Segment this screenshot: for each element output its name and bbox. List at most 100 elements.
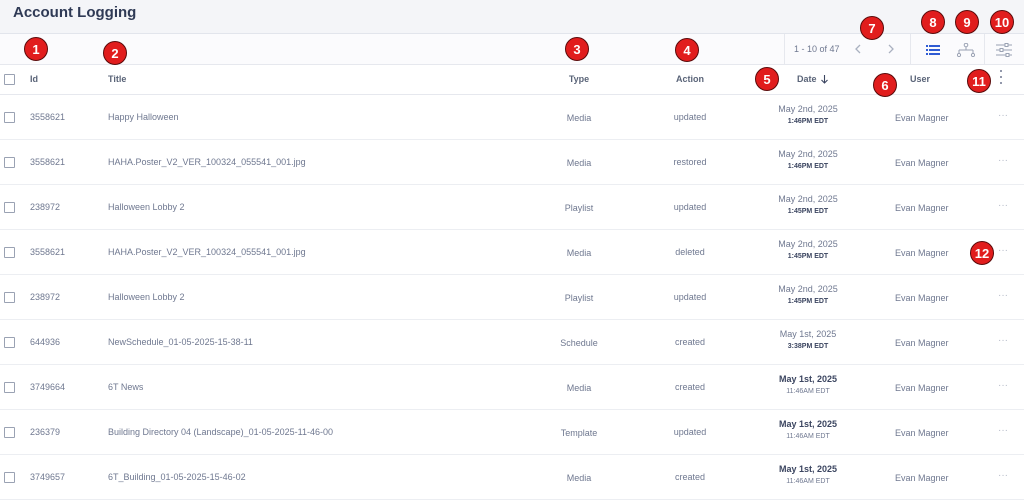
- row-date-day: May 1st, 2025: [779, 329, 837, 339]
- row-type: Media: [566, 248, 592, 258]
- table-row[interactable]: 236379 Building Directory 04 (Landscape)_…: [0, 410, 1024, 455]
- row-title[interactable]: HAHA.Poster_V2_VER_100324_055541_001.jpg: [108, 247, 306, 257]
- row-date-day: May 2nd, 2025: [778, 149, 838, 159]
- row-checkbox[interactable]: [4, 337, 15, 348]
- row-action: updated: [673, 292, 707, 302]
- row-date: May 2nd, 2025 1:45PM EDT: [778, 193, 838, 217]
- row-checkbox[interactable]: [4, 157, 15, 168]
- row-checkbox[interactable]: [4, 247, 15, 258]
- list-view-button[interactable]: [922, 40, 944, 60]
- next-page-button[interactable]: [883, 41, 899, 57]
- row-action: restored: [673, 157, 707, 167]
- row-title[interactable]: Building Directory 04 (Landscape)_01-05-…: [108, 427, 333, 437]
- row-user: Evan Magner: [895, 113, 949, 123]
- row-title[interactable]: Halloween Lobby 2: [108, 202, 185, 212]
- row-action: created: [674, 382, 706, 392]
- row-checkbox[interactable]: [4, 472, 15, 483]
- row-date-day: May 2nd, 2025: [778, 104, 838, 114]
- column-settings-button[interactable]: [993, 40, 1015, 60]
- prev-page-button[interactable]: [850, 41, 866, 57]
- column-header-action[interactable]: Action: [676, 74, 704, 84]
- row-type: Template: [560, 428, 598, 438]
- column-header-type[interactable]: Type: [569, 74, 589, 84]
- row-type: Schedule: [560, 338, 598, 348]
- select-all-checkbox[interactable]: [4, 74, 15, 85]
- row-checkbox[interactable]: [4, 202, 15, 213]
- row-id: 3558621: [30, 247, 66, 257]
- annotation-marker-2: 2: [103, 41, 127, 65]
- pagination-range: 1 - 10 of 47: [794, 44, 840, 54]
- list-icon: [926, 45, 940, 55]
- row-title[interactable]: Happy Halloween: [108, 112, 179, 122]
- column-menu-icon[interactable]: [999, 70, 1003, 84]
- table-row[interactable]: 3558621 HAHA.Poster_V2_VER_100324_055541_…: [0, 140, 1024, 185]
- table-row[interactable]: 238972 Halloween Lobby 2 Playlist updated Ma…: [0, 185, 1024, 230]
- row-type: Playlist: [564, 293, 594, 303]
- row-more-menu[interactable]: ···: [998, 425, 1008, 436]
- row-user: Evan Magner: [895, 473, 949, 483]
- row-more-menu[interactable]: ···: [998, 155, 1008, 166]
- row-action: deleted: [675, 247, 705, 257]
- row-date: May 2nd, 2025 1:46PM EDT: [778, 148, 838, 172]
- row-title[interactable]: NewSchedule_01-05-2025-15-38-11: [108, 337, 253, 347]
- row-date: May 2nd, 2025 1:46PM EDT: [778, 103, 838, 127]
- column-header-user[interactable]: User: [910, 74, 930, 84]
- table-row[interactable]: 3558621 Happy Halloween Media updated May 2n…: [0, 95, 1024, 140]
- row-date: May 1st, 2025 11:46AM EDT: [779, 373, 837, 397]
- row-more-menu[interactable]: ···: [998, 110, 1008, 121]
- row-more-menu[interactable]: ···: [998, 380, 1008, 391]
- row-more-menu[interactable]: ···: [998, 200, 1008, 211]
- row-action: updated: [673, 112, 707, 122]
- row-checkbox[interactable]: [4, 382, 15, 393]
- sort-descending-icon: [820, 74, 828, 84]
- chevron-left-icon: [855, 44, 861, 54]
- row-more-menu[interactable]: ···: [998, 470, 1008, 481]
- table-row[interactable]: 3749657 6T_Building_01-05-2025-15-46-02 Me…: [0, 455, 1024, 500]
- annotation-marker-8: 8: [921, 10, 945, 34]
- table-row[interactable]: 3558621 HAHA.Poster_V2_VER_100324_055541_…: [0, 230, 1024, 275]
- row-action: created: [674, 337, 706, 347]
- annotation-marker-6: 6: [873, 73, 897, 97]
- column-header-title[interactable]: Title: [108, 74, 126, 84]
- annotation-marker-3: 3: [565, 37, 589, 61]
- row-user: Evan Magner: [895, 158, 949, 168]
- table-row[interactable]: 644936 NewSchedule_01-05-2025-15-38-11 Sch…: [0, 320, 1024, 365]
- row-checkbox[interactable]: [4, 112, 15, 123]
- row-title[interactable]: 6T News: [108, 382, 143, 392]
- row-more-menu[interactable]: ···: [998, 335, 1008, 346]
- row-user: Evan Magner: [895, 248, 949, 258]
- row-checkbox[interactable]: [4, 292, 15, 303]
- annotation-marker-12: 12: [970, 241, 994, 265]
- column-header-id[interactable]: Id: [30, 74, 38, 84]
- table-row[interactable]: 238972 Halloween Lobby 2 Playlist updated Ma…: [0, 275, 1024, 320]
- row-title[interactable]: 6T_Building_01-05-2025-15-46-02: [108, 472, 246, 482]
- row-action: updated: [673, 427, 707, 437]
- row-date-time: 1:45PM EDT: [787, 208, 829, 215]
- row-date-time: 11:46AM EDT: [786, 388, 830, 395]
- row-date-day: May 2nd, 2025: [778, 194, 838, 204]
- hierarchy-icon: [957, 43, 975, 57]
- row-more-menu[interactable]: ···: [998, 290, 1008, 301]
- annotation-marker-5: 5: [755, 67, 779, 91]
- row-id: 3749657: [30, 472, 66, 482]
- annotation-marker-4: 4: [675, 38, 699, 62]
- page-title: Account Logging: [13, 4, 137, 21]
- row-date: May 2nd, 2025 1:45PM EDT: [778, 238, 838, 262]
- tree-view-button[interactable]: [955, 40, 977, 60]
- table-row[interactable]: 3749664 6T News Media created May 1st, 2025 1…: [0, 365, 1024, 410]
- row-id: 236379: [30, 427, 61, 437]
- row-title[interactable]: Halloween Lobby 2: [108, 292, 185, 302]
- column-header-date-label: Date: [797, 74, 817, 84]
- row-date-time: 3:38PM EDT: [787, 343, 829, 350]
- column-header-date[interactable]: Date: [797, 74, 828, 84]
- row-date-time: 1:46PM EDT: [787, 163, 829, 170]
- toolbar-divider: [984, 34, 985, 65]
- row-id: 3749664: [30, 382, 66, 392]
- row-action: updated: [673, 202, 707, 212]
- row-date-day: May 1st, 2025: [778, 419, 838, 429]
- row-date-day: May 1st, 2025: [778, 464, 838, 474]
- row-more-menu[interactable]: ···: [998, 245, 1008, 256]
- row-title[interactable]: HAHA.Poster_V2_VER_100324_055541_001.jpg: [108, 157, 306, 167]
- row-checkbox[interactable]: [4, 427, 15, 438]
- toolbar-divider: [910, 34, 911, 65]
